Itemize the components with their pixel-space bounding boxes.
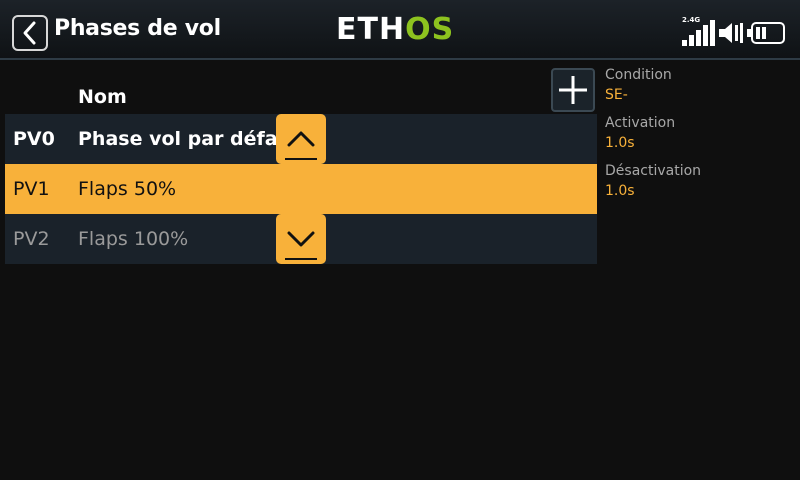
chevron-up-icon [287, 131, 315, 147]
deactivation-value[interactable]: 1.0s [605, 180, 795, 210]
battery-icon [747, 22, 785, 44]
signal-icon [682, 20, 715, 46]
row-code: PV1 [13, 178, 50, 200]
plus-icon [559, 76, 587, 104]
move-up-underline [285, 158, 317, 160]
activation-value[interactable]: 1.0s [605, 132, 795, 162]
chevron-down-icon [287, 231, 315, 247]
move-down-underline [285, 258, 317, 260]
logo-text-os: OS [405, 12, 455, 47]
row-code: PV0 [13, 128, 55, 150]
condition-label: Condition [605, 67, 672, 83]
row-code: PV2 [13, 228, 50, 250]
back-button[interactable] [12, 15, 48, 51]
back-icon [23, 21, 36, 45]
status-icons: 2.4G [680, 16, 790, 48]
logo-text-eth: ETH [336, 12, 406, 47]
top-bar: Phases de vol ETHOS 2.4G [0, 0, 800, 60]
move-up-button[interactable] [276, 114, 326, 164]
condition-value[interactable]: SE- [605, 84, 795, 114]
activation-label: Activation [605, 115, 676, 131]
add-flight-mode-button[interactable] [551, 68, 595, 112]
row-name: Flaps 100% [78, 228, 189, 250]
speaker-icon [719, 23, 743, 43]
row-name: Flaps 50% [78, 178, 177, 200]
ethos-logo: ETHOS [336, 12, 454, 47]
properties-panel: Condition SE- Activation 1.0s Désactivat… [605, 66, 795, 210]
page-title: Phases de vol [54, 16, 221, 41]
deactivation-label: Désactivation [605, 163, 702, 179]
list-row-pv1[interactable]: PV1 Flaps 50% [5, 164, 597, 214]
column-header-name: Nom [78, 86, 127, 108]
move-down-button[interactable] [276, 214, 326, 264]
row-name: Phase vol par défaut [78, 128, 278, 150]
